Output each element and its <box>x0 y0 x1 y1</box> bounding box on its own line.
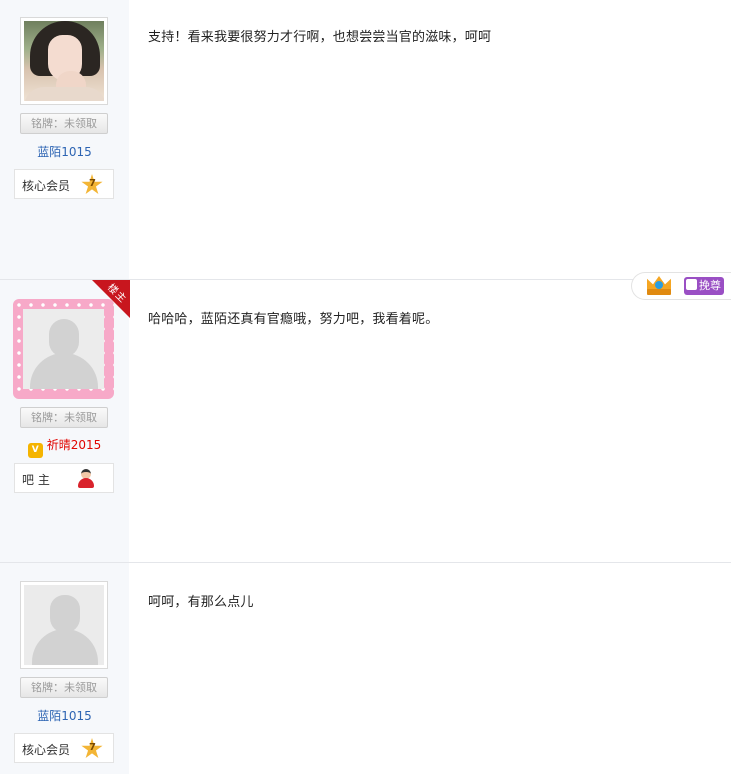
level-box[interactable]: 吧 主 <box>14 463 114 493</box>
vip-icon: V <box>27 443 43 458</box>
post-1: 铭牌：未领取 蓝陌1015 核心会员 7 支持！看来我要很努力才行啊，也想尝尝当… <box>0 0 731 279</box>
user-sidebar: 楼主 铭牌：未领取 V 祈晴2015 吧 主 <box>0 280 130 562</box>
medal-badge[interactable]: 铭牌：未领取 <box>20 407 108 428</box>
post-content: 哈哈哈，蓝陌还真有官瘾哦，努力吧，我看着呢。 <box>148 312 439 327</box>
post-2: 楼主 铭牌：未领取 V 祈晴2015 吧 主 挽尊 哈哈哈，蓝陌还真有官瘾哦，努力… <box>0 272 731 562</box>
hand-icon <box>686 279 697 290</box>
medal-badge[interactable]: 铭牌：未领取 <box>20 677 108 698</box>
post-3: 铭牌：未领取 蓝陌1015 核心会员 7 呵呵，有那么点儿 <box>0 562 731 774</box>
user-sidebar: 铭牌：未领取 蓝陌1015 核心会员 7 <box>0 0 129 279</box>
level-label: 核心会员 <box>22 179 71 193</box>
level-number: 7 <box>89 178 96 189</box>
username-link[interactable]: 祈晴2015 <box>47 438 102 452</box>
level-box[interactable]: 核心会员 7 <box>14 733 114 763</box>
crown-button-label: 挽尊 <box>699 279 721 292</box>
username-link[interactable]: 蓝陌1015 <box>0 707 129 724</box>
level-box[interactable]: 核心会员 7 <box>14 169 114 199</box>
avatar-default <box>23 309 104 389</box>
floor-owner-ribbon: 楼主 <box>92 280 130 318</box>
username-row[interactable]: V 祈晴2015 <box>0 436 129 458</box>
level-number: 7 <box>89 742 96 753</box>
level-label: 核心会员 <box>22 743 71 757</box>
post-content: 呵呵，有那么点儿 <box>148 595 254 610</box>
avatar[interactable] <box>20 581 108 669</box>
crown-icon <box>646 274 672 296</box>
username-link[interactable]: 蓝陌1015 <box>0 143 129 160</box>
post-content: 支持！看来我要很努力才行啊，也想尝尝当官的滋味，呵呵 <box>148 30 492 45</box>
owner-icon <box>77 469 95 488</box>
avatar-default <box>24 585 104 665</box>
user-sidebar: 铭牌：未领取 蓝陌1015 核心会员 7 <box>0 563 129 774</box>
crown-bar: 挽尊 <box>631 272 731 300</box>
crown-button[interactable]: 挽尊 <box>684 277 724 295</box>
level-label: 吧 主 <box>22 473 50 487</box>
avatar[interactable] <box>20 17 108 105</box>
ribbon-label: 楼主 <box>104 282 129 306</box>
medal-badge[interactable]: 铭牌：未领取 <box>20 113 108 134</box>
avatar-photo <box>24 21 104 101</box>
